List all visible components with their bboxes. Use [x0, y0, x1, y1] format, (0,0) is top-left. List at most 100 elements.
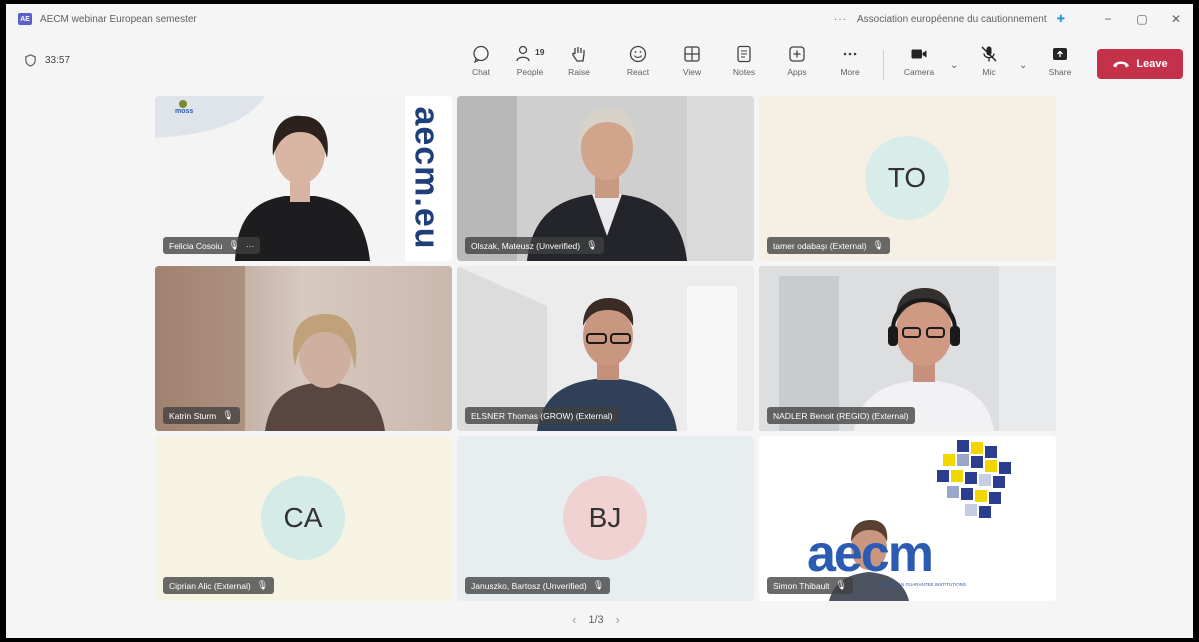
previous-page-chevron-icon[interactable]: ‹ [572, 612, 576, 627]
notes-label: Notes [732, 67, 756, 77]
participant-nametag: Ciprian Alic (External) 🎙 [163, 577, 275, 594]
smile-icon [629, 45, 647, 63]
participant-name: Januszko, Bartosz (Unverified) [471, 580, 587, 591]
more-icon [843, 52, 857, 56]
camera-options-chevron-icon[interactable]: ⌄ [950, 60, 958, 71]
mic-off-icon: 🎙 [835, 580, 847, 590]
participant-nametag: Katrin Sturm 🎙 [163, 407, 240, 424]
mic-button[interactable]: Mic [968, 44, 1010, 88]
mic-off-icon: 🎙 [228, 240, 240, 250]
camera-button[interactable]: Camera [898, 44, 940, 88]
more-button[interactable]: More [829, 44, 871, 88]
raise-hand-button[interactable]: Raise [558, 44, 600, 88]
chat-button[interactable]: Chat [460, 44, 502, 88]
share-label: Share [1048, 67, 1072, 77]
participant-nametag: Felicia Cosoiu 🎙 ··· [163, 237, 261, 254]
next-page-chevron-icon[interactable]: › [616, 612, 620, 627]
page-indicator: 1/3 [588, 613, 604, 626]
participant-name: Katrin Sturm [169, 410, 217, 421]
participant-tile[interactable]: moss aecm.eu Felicia Cosoiu 🎙 ··· [155, 96, 452, 261]
mic-off-icon: 🎙 [586, 240, 598, 250]
phone-hangup-icon [1113, 61, 1130, 68]
participant-name: ELSNER Thomas (GROW) (External) [471, 410, 613, 421]
aecm-logo-text: aecm [807, 525, 934, 583]
meeting-toolbar: 33:57 Chat 19 People Raise React View No… [6, 34, 1193, 94]
teams-window: AE AECM webinar European semester ··· As… [6, 4, 1193, 638]
grid-icon [684, 46, 700, 62]
apps-button[interactable]: Apps [776, 44, 818, 88]
meeting-timer: 33:57 [24, 54, 70, 67]
video-stage: moss aecm.eu Felicia Cosoiu 🎙 ··· Olszak… [6, 94, 1193, 638]
mic-options-chevron-icon[interactable]: ⌄ [1019, 60, 1027, 71]
participant-nametag: Olszak, Mateusz (Unverified) 🎙 [465, 237, 604, 254]
people-label: People [516, 67, 544, 77]
organization-logo: moss [167, 100, 207, 128]
raise-label: Raise [568, 67, 590, 77]
avatar: BJ [563, 476, 647, 560]
title-more-icon[interactable]: ··· [834, 14, 847, 25]
participant-tile[interactable]: Katrin Sturm 🎙 [155, 266, 452, 431]
mic-off-icon: 🎙 [872, 240, 884, 250]
teams-app-icon: AE [18, 13, 32, 25]
participant-nametag: NADLER Benoit (REGIO) (External) [767, 407, 915, 424]
tile-more-icon[interactable]: ··· [246, 241, 255, 251]
participant-tile[interactable]: CA Ciprian Alic (External) 🎙 [155, 436, 452, 601]
people-button[interactable]: 19 People [509, 44, 551, 88]
participant-tile[interactable]: ELSNER Thomas (GROW) (External) [457, 266, 754, 431]
participant-tile[interactable]: Olszak, Mateusz (Unverified) 🎙 [457, 96, 754, 261]
people-count-badge: 19 [535, 47, 545, 57]
avatar: TO [865, 136, 949, 220]
organization-name[interactable]: Association européenne du cautionnement [857, 14, 1047, 25]
maximize-button[interactable]: ▢ [1125, 12, 1159, 26]
share-button[interactable]: Share [1039, 44, 1081, 88]
mic-off-icon: 🎙 [592, 580, 605, 590]
participant-nametag: Januszko, Bartosz (Unverified) 🎙 [465, 577, 611, 594]
avatar: CA [261, 476, 345, 560]
more-label: More [840, 67, 860, 77]
leave-label: Leave [1136, 58, 1168, 70]
participant-tile[interactable]: BJ Januszko, Bartosz (Unverified) 🎙 [457, 436, 754, 601]
participant-tile[interactable]: aecm EUROPEAN GUARANTEE INSTITUTIONS Sim… [759, 436, 1056, 601]
window-title: AECM webinar European semester [40, 13, 197, 25]
participant-name: Simon Thibault [773, 580, 830, 591]
mic-off-icon: 🎙 [256, 580, 269, 590]
brand-vertical-text: aecm.eu [407, 106, 446, 250]
participant-nametag: ELSNER Thomas (GROW) (External) [465, 407, 619, 424]
leave-button[interactable]: Leave [1097, 49, 1183, 79]
participant-name: Felicia Cosoiu [169, 240, 223, 251]
participant-nametag: tamer odabaşı (External) 🎙 [767, 237, 890, 254]
aecm-logo-subtitle: EUROPEAN GUARANTEE INSTITUTIONS [879, 582, 967, 587]
shield-icon [25, 54, 36, 67]
apps-label: Apps [787, 67, 807, 77]
participant-name: tamer odabaşı (External) [773, 240, 867, 251]
toolbar-divider [883, 50, 884, 80]
react-button[interactable]: React [617, 44, 659, 88]
participant-nametag: Simon Thibault 🎙 [767, 577, 853, 594]
camera-icon [911, 49, 927, 59]
participant-tile[interactable]: TO tamer odabaşı (External) 🎙 [759, 96, 1056, 261]
chat-icon [473, 45, 489, 64]
notes-button[interactable]: Notes [723, 44, 765, 88]
view-button[interactable]: View [671, 44, 713, 88]
timer-text: 33:57 [45, 55, 71, 66]
logo-emblem [179, 100, 187, 108]
minimize-button[interactable]: − [1091, 12, 1125, 26]
logo-small-text: moss [175, 108, 194, 115]
participant-name: Olszak, Mateusz (Unverified) [471, 240, 581, 251]
participant-tile-active-speaker[interactable]: NADLER Benoit (REGIO) (External) [759, 266, 1056, 431]
title-bar: AE AECM webinar European semester ··· As… [6, 4, 1193, 34]
mic-off-icon: 🎙 [222, 410, 234, 420]
mic-label: Mic [982, 67, 996, 77]
hand-icon [572, 47, 585, 62]
gallery-pager: ‹ 1/3 › [572, 612, 620, 627]
participant-name: NADLER Benoit (REGIO) (External) [773, 410, 909, 421]
plus-icon [789, 46, 805, 62]
participant-name: Ciprian Alic (External) [169, 580, 251, 591]
notes-icon [737, 45, 751, 63]
organization-icon[interactable]: ✚ [1057, 14, 1065, 25]
react-label: React [626, 67, 650, 77]
people-icon [516, 45, 530, 62]
chat-label: Chat [472, 67, 490, 77]
camera-label: Camera [903, 67, 935, 77]
close-button[interactable]: ✕ [1159, 12, 1193, 26]
